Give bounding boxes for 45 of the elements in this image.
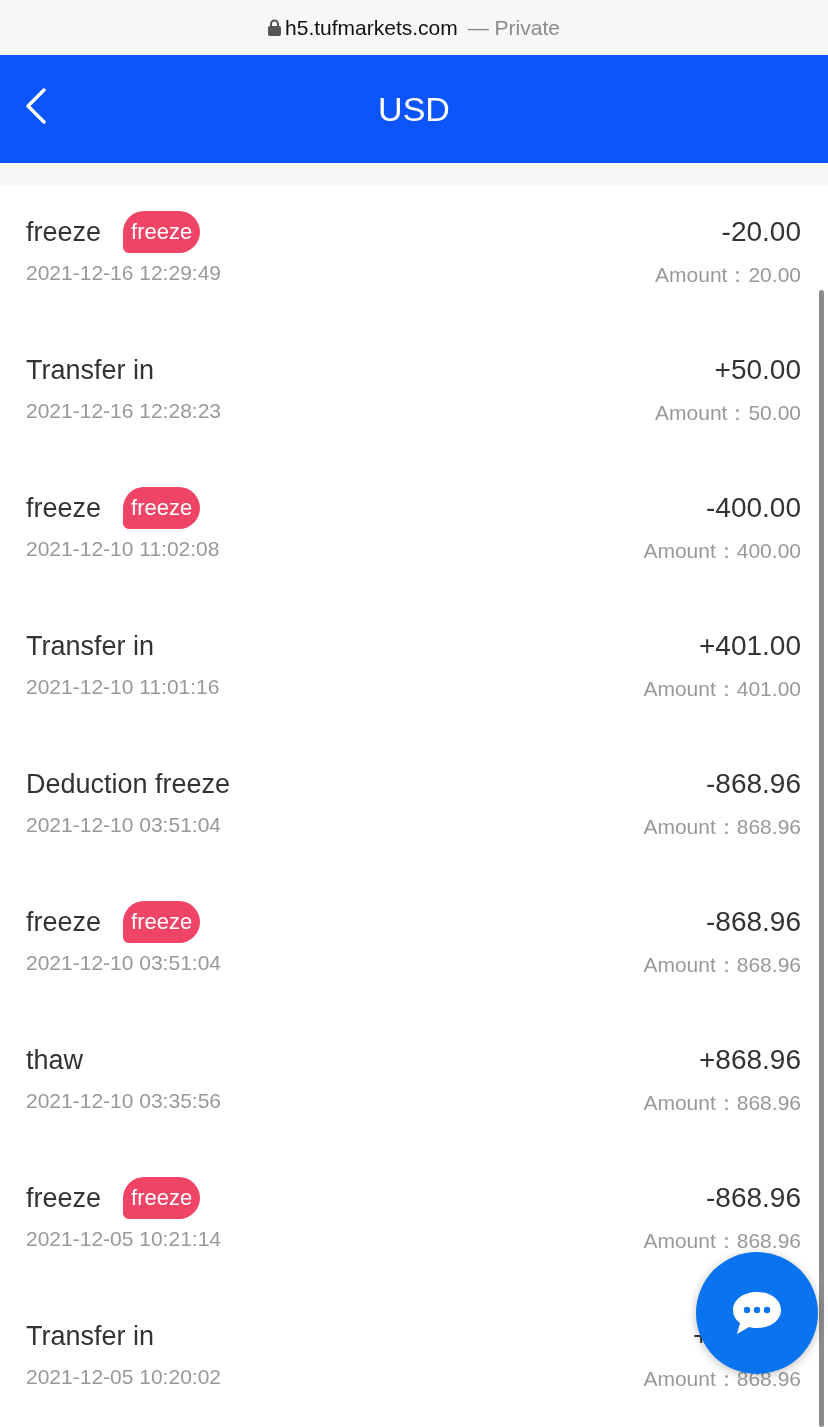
transaction-amount: +50.00 [714, 353, 801, 387]
amount-detail: Amount：20.00 [655, 262, 801, 288]
transaction-amount: -400.00 [706, 491, 801, 525]
transaction-time: 2021-12-16 12:29:49 [26, 261, 221, 285]
transaction-amount: -868.96 [706, 767, 801, 801]
transaction-title: Transfer in [26, 630, 155, 662]
amount-detail: Amount：50.00 [655, 400, 801, 426]
transaction-title: Transfer in [26, 354, 155, 386]
transaction-title: freeze [26, 906, 102, 938]
status-badge: freeze [123, 1177, 201, 1219]
transaction-title: thaw [26, 1044, 84, 1076]
transaction-time: 2021-12-10 11:02:08 [26, 537, 220, 561]
transaction-title: Transfer in [26, 1320, 155, 1352]
site-address: h5.tufmarkets.com [285, 15, 458, 40]
transaction-title: freeze [26, 216, 102, 248]
transaction-time: 2021-12-10 03:51:04 [26, 813, 222, 837]
transaction-title: freeze [26, 492, 102, 524]
transaction-amount: +401.00 [699, 629, 801, 663]
transaction-time: 2021-12-10 03:51:04 [26, 951, 221, 975]
transaction-title: freeze [26, 1182, 102, 1214]
transaction-amount: -20.00 [721, 215, 801, 249]
amount-detail: Amount：401.00 [643, 676, 801, 702]
amount-detail: Amount：868.96 [643, 814, 801, 840]
status-badge: freeze [123, 901, 201, 943]
transaction-time: 2021-12-05 10:20:02 [26, 1365, 221, 1389]
transaction-time: 2021-12-10 11:01:16 [26, 675, 220, 699]
chat-bubble-icon [731, 1290, 783, 1336]
amount-detail: Amount：868.96 [643, 1228, 801, 1254]
status-badge: freeze [123, 211, 201, 253]
transaction-time: 2021-12-10 03:35:56 [26, 1089, 221, 1113]
transaction-amount: -868.96 [706, 1181, 801, 1215]
transaction-time: 2021-12-16 12:28:23 [26, 399, 221, 423]
amount-detail: Amount：868.96 [643, 1366, 801, 1392]
back-icon[interactable] [24, 87, 48, 125]
page-title: USD [378, 89, 450, 129]
lock-icon [268, 19, 282, 36]
transaction-title: Deduction freeze [26, 768, 231, 800]
private-label: — Private [467, 15, 560, 40]
transaction-time: 2021-12-05 10:21:14 [26, 1227, 221, 1251]
status-badge: freeze [123, 487, 201, 529]
amount-detail: Amount：868.96 [643, 1090, 801, 1116]
amount-detail: Amount：868.96 [643, 952, 801, 978]
transaction-amount: -868.96 [706, 905, 801, 939]
transaction-amount: +868.96 [699, 1043, 801, 1077]
amount-detail: Amount：400.00 [643, 538, 801, 564]
